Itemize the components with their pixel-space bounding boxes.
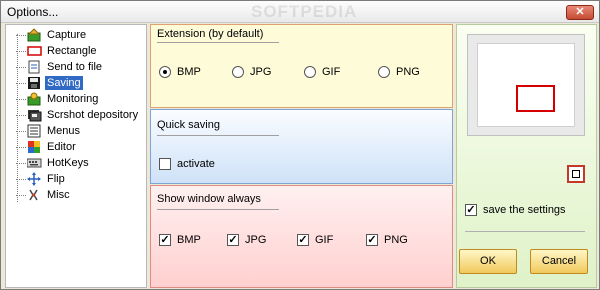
tree-item-menus[interactable]: Menus [16, 123, 82, 139]
radio-label: JPG [250, 66, 272, 78]
close-icon: ✕ [575, 6, 585, 18]
options-window: Options... SOFTPEDIA ✕ Capture Rectangle [0, 0, 600, 290]
checkbox-checked[interactable]: ✓ [159, 234, 171, 246]
radio-label: GIF [322, 66, 341, 78]
editor-icon [27, 140, 42, 154]
tree-item-hotkeys[interactable]: HotKeys [16, 155, 91, 171]
radio-gif[interactable]: GIF [304, 66, 340, 78]
quick-saving-panel: Quick saving activate [150, 109, 453, 184]
checkbox-label: JPG [245, 234, 267, 246]
checkbox-label: activate [177, 158, 215, 170]
preview-screen [477, 43, 575, 127]
tree-item-misc[interactable]: Misc [16, 187, 72, 203]
radio-button[interactable] [232, 66, 244, 78]
radio-jpg[interactable]: JPG [232, 66, 271, 78]
tree-item-label: Menus [47, 125, 81, 137]
preview-rectangle [516, 85, 555, 112]
cancel-button[interactable]: Cancel [530, 249, 588, 274]
radio-label: BMP [177, 66, 201, 78]
tree-item-label: Monitoring [47, 93, 99, 105]
tree-item-label: Editor [47, 141, 76, 153]
show-window-panel: Show window always ✓ BMP ✓ JPG ✓ GIF ✓ P… [150, 185, 453, 288]
tree-item-saving[interactable]: Saving [16, 75, 83, 91]
tree-item-label: Scrshot depository [47, 109, 139, 121]
checkbox-bmp[interactable]: ✓ BMP [159, 234, 201, 246]
activate-checkbox[interactable]: activate [159, 158, 215, 170]
checkbox-label: BMP [177, 234, 201, 246]
checkbox-label: GIF [315, 234, 334, 246]
checkbox-unchecked[interactable] [159, 158, 171, 170]
tree-item-send-to-file[interactable]: Send to file [16, 59, 104, 75]
watermark: SOFTPEDIA [251, 2, 358, 21]
extension-panel: Extension (by default) BMP JPG GIF PNG [150, 24, 453, 108]
radio-button[interactable] [304, 66, 316, 78]
tree-item-rectangle[interactable]: Rectangle [16, 43, 99, 59]
checkbox-label: PNG [384, 234, 408, 246]
tree-item-editor[interactable]: Editor [16, 139, 78, 155]
checkbox-jpg[interactable]: ✓ JPG [227, 234, 266, 246]
menus-icon [27, 124, 42, 138]
tree-item-label: Send to file [47, 61, 103, 73]
divider [157, 42, 279, 43]
capture-icon [27, 28, 42, 42]
tree-item-label: Rectangle [47, 45, 97, 57]
tree-item-label: HotKeys [47, 157, 89, 169]
quick-saving-title: Quick saving [157, 119, 220, 131]
tree-item-flip[interactable]: Flip [16, 171, 67, 187]
extension-title: Extension (by default) [157, 28, 264, 40]
radio-png[interactable]: PNG [378, 66, 420, 78]
options-tree[interactable]: Capture Rectangle Send to file Saving Mo… [5, 24, 147, 288]
save-settings-checkbox[interactable]: ✓ save the settings [465, 204, 566, 216]
checkbox-checked[interactable]: ✓ [297, 234, 309, 246]
checkbox-checked[interactable]: ✓ [227, 234, 239, 246]
capture-preview [467, 34, 585, 136]
checkbox-gif[interactable]: ✓ GIF [297, 234, 333, 246]
depository-icon [27, 108, 42, 122]
flip-arrows-icon [27, 172, 42, 186]
window-position-icon [572, 170, 580, 178]
tree-item-capture[interactable]: Capture [16, 27, 88, 43]
tree-item-monitoring[interactable]: Monitoring [16, 91, 100, 107]
right-panel: ✓ save the settings OK Cancel [456, 24, 597, 288]
checkbox-png[interactable]: ✓ PNG [366, 234, 408, 246]
misc-icon [27, 188, 42, 202]
tree-item-label: Saving [45, 76, 83, 90]
monitoring-icon [27, 92, 42, 106]
divider [157, 135, 279, 136]
title-bar[interactable]: Options... SOFTPEDIA ✕ [1, 1, 599, 23]
radio-button-selected[interactable] [159, 66, 171, 78]
window-title: Options... [7, 5, 59, 19]
divider [157, 209, 279, 210]
ok-button[interactable]: OK [459, 249, 517, 274]
position-button[interactable] [567, 165, 585, 183]
tree-item-scrshot-depository[interactable]: Scrshot depository [16, 107, 140, 123]
tree-item-label: Flip [47, 173, 65, 185]
keyboard-icon [26, 156, 42, 170]
floppy-disk-icon [27, 76, 42, 90]
checkbox-checked[interactable]: ✓ [465, 204, 477, 216]
rectangle-icon [27, 44, 42, 58]
radio-button[interactable] [378, 66, 390, 78]
tree-item-label: Capture [47, 29, 87, 41]
tree-item-label: Misc [47, 189, 70, 201]
radio-bmp[interactable]: BMP [159, 66, 201, 78]
radio-label: PNG [396, 66, 420, 78]
close-button[interactable]: ✕ [566, 5, 594, 20]
divider [465, 231, 585, 232]
send-to-file-icon [27, 60, 42, 74]
checkbox-label: save the settings [483, 204, 566, 216]
checkbox-checked[interactable]: ✓ [366, 234, 378, 246]
show-window-title: Show window always [157, 193, 261, 205]
